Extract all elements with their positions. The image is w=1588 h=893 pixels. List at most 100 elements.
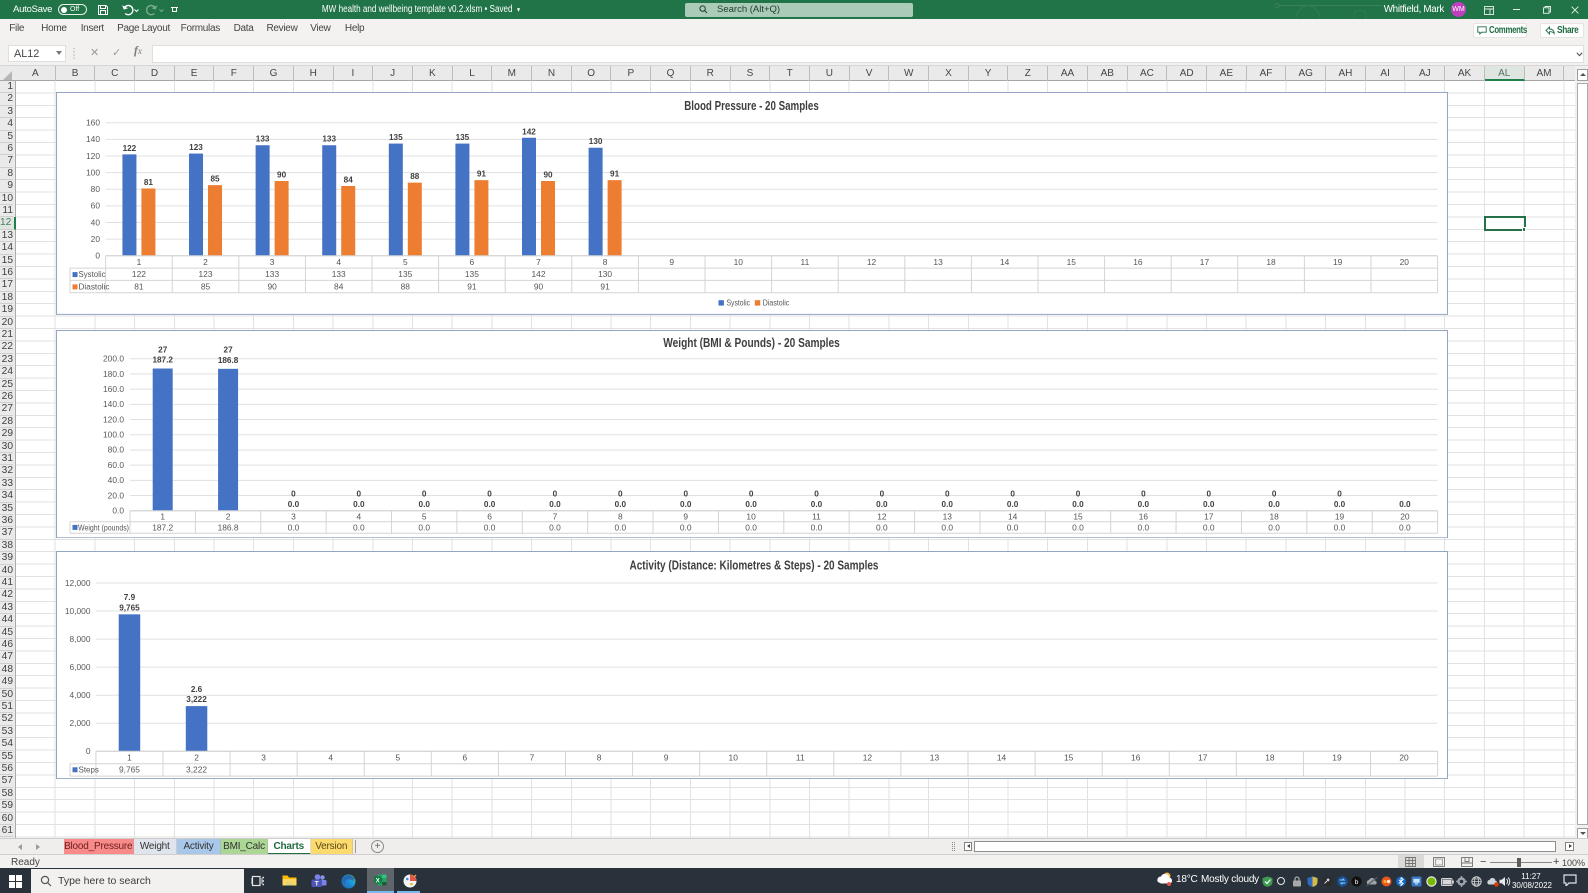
svg-text:Weight (pounds): Weight (pounds) bbox=[78, 523, 129, 532]
svg-text:133: 133 bbox=[332, 269, 346, 279]
svg-text:160.0: 160.0 bbox=[103, 384, 124, 394]
svg-text:Steps: Steps bbox=[78, 766, 98, 775]
svg-text:0.0: 0.0 bbox=[418, 522, 430, 532]
svg-text:120.0: 120.0 bbox=[103, 414, 124, 424]
svg-text:130: 130 bbox=[589, 137, 603, 146]
svg-text:2,000: 2,000 bbox=[69, 718, 90, 728]
svg-text:91: 91 bbox=[477, 170, 487, 179]
svg-text:17: 17 bbox=[1200, 257, 1210, 267]
svg-text:60.0: 60.0 bbox=[107, 460, 124, 470]
svg-text:16: 16 bbox=[1133, 257, 1143, 267]
svg-text:0: 0 bbox=[95, 251, 100, 261]
svg-text:0: 0 bbox=[1206, 489, 1211, 498]
svg-text:15: 15 bbox=[1066, 257, 1076, 267]
svg-text:5: 5 bbox=[403, 257, 408, 267]
svg-text:19: 19 bbox=[1332, 753, 1342, 763]
svg-text:40.0: 40.0 bbox=[107, 475, 124, 485]
svg-text:0.0: 0.0 bbox=[680, 500, 692, 509]
svg-text:3: 3 bbox=[270, 257, 275, 267]
svg-text:17: 17 bbox=[1204, 511, 1214, 521]
svg-text:90: 90 bbox=[267, 282, 277, 292]
svg-text:0.0: 0.0 bbox=[1203, 500, 1215, 509]
svg-text:0.0: 0.0 bbox=[1072, 500, 1084, 509]
svg-text:8: 8 bbox=[597, 753, 602, 763]
svg-text:16: 16 bbox=[1131, 753, 1141, 763]
svg-text:0.0: 0.0 bbox=[745, 500, 757, 509]
svg-text:3,222: 3,222 bbox=[186, 696, 207, 705]
svg-text:80.0: 80.0 bbox=[107, 444, 124, 454]
svg-text:0.0: 0.0 bbox=[1072, 522, 1084, 532]
svg-text:0.0: 0.0 bbox=[811, 500, 823, 509]
svg-text:0.0: 0.0 bbox=[353, 522, 365, 532]
svg-text:4: 4 bbox=[328, 753, 333, 763]
svg-text:1: 1 bbox=[160, 511, 165, 521]
svg-text:0.0: 0.0 bbox=[1203, 522, 1215, 532]
svg-text:0.0: 0.0 bbox=[353, 500, 365, 509]
svg-text:0: 0 bbox=[552, 489, 557, 498]
svg-text:12: 12 bbox=[863, 753, 873, 763]
svg-text:8: 8 bbox=[618, 511, 623, 521]
svg-text:14: 14 bbox=[1000, 257, 1010, 267]
svg-text:9,765: 9,765 bbox=[119, 765, 140, 775]
svg-text:17: 17 bbox=[1198, 753, 1208, 763]
svg-text:15: 15 bbox=[1064, 753, 1074, 763]
svg-text:2.6: 2.6 bbox=[191, 685, 203, 694]
svg-text:11: 11 bbox=[800, 257, 809, 267]
svg-text:9: 9 bbox=[683, 511, 688, 521]
svg-text:0.0: 0.0 bbox=[680, 522, 692, 532]
svg-text:27: 27 bbox=[223, 345, 233, 354]
svg-text:0.0: 0.0 bbox=[1268, 522, 1280, 532]
svg-text:0: 0 bbox=[1141, 489, 1146, 498]
svg-text:0.0: 0.0 bbox=[614, 500, 626, 509]
svg-text:0: 0 bbox=[683, 489, 688, 498]
svg-text:0.0: 0.0 bbox=[745, 522, 757, 532]
svg-text:20: 20 bbox=[1400, 511, 1410, 521]
svg-text:18: 18 bbox=[1266, 257, 1276, 267]
svg-text:14: 14 bbox=[997, 753, 1007, 763]
svg-text:140.0: 140.0 bbox=[103, 399, 124, 409]
svg-text:200.0: 200.0 bbox=[103, 353, 124, 363]
svg-text:20: 20 bbox=[1399, 257, 1409, 267]
svg-text:3: 3 bbox=[261, 753, 266, 763]
svg-text:15: 15 bbox=[1073, 511, 1083, 521]
svg-text:12: 12 bbox=[877, 511, 887, 521]
svg-text:0.0: 0.0 bbox=[1268, 500, 1280, 509]
svg-text:7: 7 bbox=[536, 257, 541, 267]
svg-text:187.2: 187.2 bbox=[152, 522, 173, 532]
svg-text:8: 8 bbox=[603, 257, 608, 267]
svg-text:0: 0 bbox=[814, 489, 819, 498]
svg-text:0: 0 bbox=[1076, 489, 1081, 498]
svg-text:0.0: 0.0 bbox=[614, 522, 626, 532]
svg-text:T: T bbox=[315, 880, 319, 887]
svg-text:6: 6 bbox=[469, 257, 474, 267]
svg-text:18: 18 bbox=[1265, 753, 1275, 763]
svg-text:0: 0 bbox=[1337, 489, 1342, 498]
svg-text:9,765: 9,765 bbox=[119, 604, 140, 613]
svg-text:13: 13 bbox=[933, 257, 943, 267]
svg-text:0.0: 0.0 bbox=[1007, 500, 1019, 509]
svg-text:135: 135 bbox=[455, 133, 469, 142]
svg-text:6: 6 bbox=[487, 511, 492, 521]
svg-text:142: 142 bbox=[522, 127, 536, 136]
svg-text:0: 0 bbox=[291, 489, 296, 498]
svg-text:1: 1 bbox=[127, 753, 132, 763]
svg-text:5: 5 bbox=[395, 753, 400, 763]
svg-text:0.0: 0.0 bbox=[941, 522, 953, 532]
svg-text:0: 0 bbox=[618, 489, 623, 498]
svg-text:85: 85 bbox=[201, 282, 211, 292]
svg-text:40: 40 bbox=[90, 218, 100, 228]
svg-text:Diastolic: Diastolic bbox=[78, 283, 109, 292]
svg-text:Diastolic: Diastolic bbox=[763, 298, 789, 308]
svg-text:0: 0 bbox=[1010, 489, 1015, 498]
svg-text:16: 16 bbox=[1139, 511, 1149, 521]
svg-text:19: 19 bbox=[1333, 257, 1343, 267]
svg-text:10: 10 bbox=[746, 511, 756, 521]
svg-text:Weight (BMI & Pounds) - 20 Sam: Weight (BMI & Pounds) - 20 Samples bbox=[663, 336, 840, 350]
svg-text:0.0: 0.0 bbox=[1399, 522, 1411, 532]
svg-text:5: 5 bbox=[422, 511, 427, 521]
svg-text:4: 4 bbox=[336, 257, 341, 267]
svg-text:133: 133 bbox=[256, 135, 270, 144]
svg-text:186.8: 186.8 bbox=[217, 522, 238, 532]
svg-text:Blood Pressure - 20 Samples: Blood Pressure - 20 Samples bbox=[684, 99, 819, 113]
svg-text:0.0: 0.0 bbox=[549, 500, 561, 509]
